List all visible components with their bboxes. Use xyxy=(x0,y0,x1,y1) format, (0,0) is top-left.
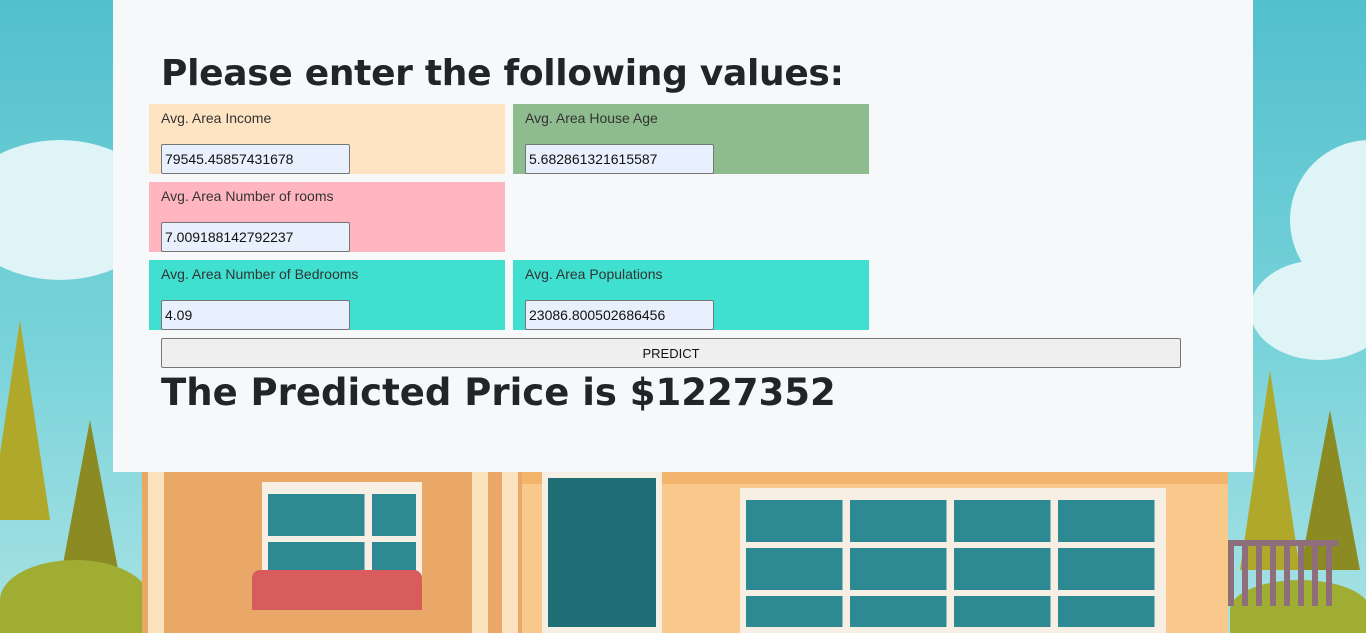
predict-button[interactable]: PREDICT xyxy=(161,338,1181,368)
area-population-input[interactable] xyxy=(525,300,714,330)
form-panel: Please enter the following values: Avg. … xyxy=(113,0,1253,472)
field-area-population: Avg. Area Populations xyxy=(513,260,869,330)
field-label: Avg. Area Number of rooms xyxy=(161,188,334,204)
tree-left xyxy=(0,320,50,520)
field-label: Avg. Area Number of Bedrooms xyxy=(161,266,359,282)
fence xyxy=(1228,540,1338,606)
field-area-income: Avg. Area Income xyxy=(149,104,505,174)
number-of-rooms-input[interactable] xyxy=(161,222,350,252)
bush-left xyxy=(0,560,150,633)
field-label: Avg. Area House Age xyxy=(525,110,658,126)
field-label: Avg. Area Income xyxy=(161,110,272,126)
number-of-bedrooms-input[interactable] xyxy=(161,300,350,330)
house-age-input[interactable] xyxy=(525,144,714,174)
form-heading: Please enter the following values: xyxy=(161,53,844,94)
house xyxy=(142,472,1228,633)
tree-left-2 xyxy=(60,420,120,580)
area-income-input[interactable] xyxy=(161,144,350,174)
porch-pillar xyxy=(472,472,488,633)
porch-sofa xyxy=(252,570,422,610)
field-number-of-bedrooms: Avg. Area Number of Bedrooms xyxy=(149,260,505,330)
predicted-price-text: The Predicted Price is $1227352 xyxy=(161,371,836,414)
house-window-large xyxy=(740,488,1166,633)
house-door xyxy=(542,472,662,633)
field-number-of-rooms: Avg. Area Number of rooms xyxy=(149,182,505,252)
field-label: Avg. Area Populations xyxy=(525,266,663,282)
porch-pillar xyxy=(502,472,518,633)
porch-pillar xyxy=(148,472,164,633)
field-house-age: Avg. Area House Age xyxy=(513,104,869,174)
